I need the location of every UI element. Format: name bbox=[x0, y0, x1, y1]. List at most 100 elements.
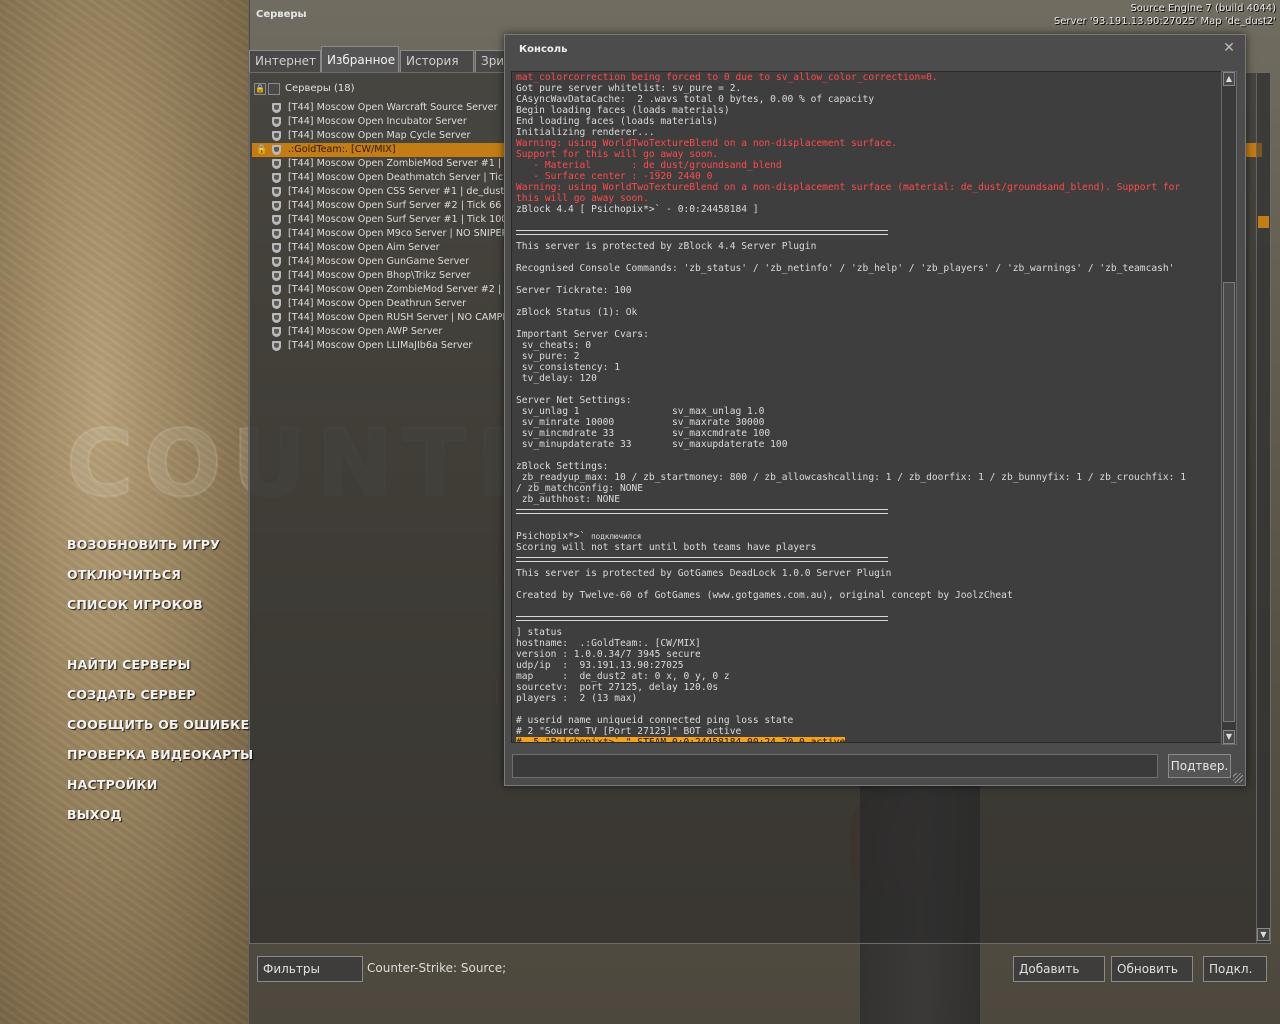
console-line-suffix: подключился bbox=[591, 532, 642, 541]
console-line-text: Warning: using WorldTwoTextureBlend on a… bbox=[516, 138, 898, 149]
console-line-text: sv_mincmdrate 33 sv_maxcmdrate 100 bbox=[516, 428, 771, 439]
server-name: [T44] Moscow Open M9co Server | NO SNIPE… bbox=[288, 228, 515, 239]
console-line-text: # userid name uniqueid connected ping lo… bbox=[516, 715, 794, 726]
console-separator bbox=[516, 509, 1222, 520]
server-browser-footer: Фильтры Counter-Strike: Source; Добавить… bbox=[249, 944, 1280, 1024]
console-line-text: sv_cheats: 0 bbox=[516, 340, 592, 351]
console-line: udp/ip : 93.191.13.90:27025 bbox=[516, 660, 1222, 671]
vac-shield-icon bbox=[272, 257, 281, 267]
server-list-scrollbar[interactable]: ▼ bbox=[1256, 73, 1270, 943]
tab-history[interactable]: История bbox=[400, 50, 474, 72]
console-line-text: sv_minrate 10000 sv_maxrate 30000 bbox=[516, 417, 765, 428]
tab-favorites[interactable]: Избранное bbox=[321, 46, 399, 72]
console-line-text: this will go away soon. bbox=[516, 193, 649, 204]
menu-create-server[interactable]: СОЗДАТЬ СЕРВЕР bbox=[67, 687, 253, 717]
console-line-text: Warning: using WorldTwoTextureBlend on a… bbox=[516, 182, 1181, 193]
console-line-text: This server is protected by zBlock 4.4 S… bbox=[516, 241, 817, 252]
console-command-input[interactable] bbox=[512, 754, 1158, 778]
resize-grip-icon[interactable] bbox=[1233, 773, 1243, 783]
menu-disconnect[interactable]: ОТКЛЮЧИТЬСЯ bbox=[67, 567, 253, 597]
menu-report-bug[interactable]: СООБЩИТЬ ОБ ОШИБКЕ bbox=[67, 717, 253, 747]
menu-exit[interactable]: ВЫХОД bbox=[67, 807, 253, 837]
console-line-text: This server is protected by GotGames Dea… bbox=[516, 568, 892, 579]
console-line: / zb_matchconfig: NONE bbox=[516, 483, 1222, 494]
console-line: zBlock Status (1): Ok bbox=[516, 307, 1222, 318]
close-icon[interactable]: ✕ bbox=[1222, 41, 1236, 55]
console-line-text: sv_minupdaterate 33 sv_maxupdaterate 100 bbox=[516, 439, 788, 450]
console-line: this will go away soon. bbox=[516, 193, 1222, 204]
console-line-text: Psichopix*>` bbox=[516, 531, 592, 542]
console-line: Warning: using WorldTwoTextureBlend on a… bbox=[516, 182, 1222, 193]
console-highlighted-text: # 5 "Psichopix*>` " STEAM_0:0:24458184 0… bbox=[516, 737, 846, 742]
console-line-text: Got pure server whitelist: sv_pure = 2. bbox=[516, 83, 742, 94]
console-scroll-thumb[interactable] bbox=[1223, 282, 1235, 722]
game-filter-label: Counter-Strike: Source; bbox=[367, 961, 507, 975]
connect-button[interactable]: Подкл. bbox=[1203, 956, 1267, 982]
server-map-text: Server '93.191.13.90:27025' Map 'de_dust… bbox=[1053, 16, 1276, 27]
console-line: - Material : de_dust/groundsand_blend bbox=[516, 160, 1222, 171]
server-name: [T44] Moscow Open Incubator Server bbox=[288, 116, 467, 127]
server-name: [T44] Moscow Open Map Cycle Server bbox=[288, 130, 471, 141]
console-line: - Surface center : -1920 2440 0 bbox=[516, 171, 1222, 182]
console-line-text: End loading faces (loads materials) bbox=[516, 116, 719, 127]
menu-spacer bbox=[67, 627, 253, 657]
console-line: zBlock Settings: bbox=[516, 461, 1222, 472]
server-name: [T44] Moscow Open Aim Server bbox=[288, 242, 440, 253]
console-line: tv_delay: 120 bbox=[516, 373, 1222, 384]
server-name: [T44] Moscow Open Deathrun Server bbox=[288, 298, 467, 309]
password-column-icon[interactable]: 🔒 bbox=[254, 83, 266, 95]
console-line-text: hostname: .:GoldTeam:. [CW/MIX] bbox=[516, 638, 701, 649]
add-server-button[interactable]: Добавить bbox=[1013, 956, 1105, 982]
console-line: # 5 "Psichopix*>` " STEAM_0:0:24458184 0… bbox=[516, 737, 1222, 742]
tab-internet[interactable]: Интернет bbox=[249, 50, 321, 72]
console-line-text: tv_delay: 120 bbox=[516, 373, 597, 384]
console-line: sv_minrate 10000 sv_maxrate 30000 bbox=[516, 417, 1222, 428]
menu-video-check[interactable]: ПРОВЕРКА ВИДЕОКАРТЫ bbox=[67, 747, 253, 777]
server-list-scroll-thumb[interactable] bbox=[1258, 216, 1269, 228]
console-line-text: Server Tickrate: 100 bbox=[516, 285, 632, 296]
console-line: map : de_dust2 at: 0 x, 0 y, 0 z bbox=[516, 671, 1222, 682]
console-line: # 2 "Source TV [Port 27125]" BOT active bbox=[516, 726, 1222, 737]
menu-settings[interactable]: НАСТРОЙКИ bbox=[67, 777, 253, 807]
console-line: sv_mincmdrate 33 sv_maxcmdrate 100 bbox=[516, 428, 1222, 439]
menu-player-list[interactable]: СПИСОК ИГРОКОВ bbox=[67, 597, 253, 627]
console-line-text: Initializing renderer... bbox=[516, 127, 655, 138]
servers-column-header[interactable]: Серверы (18) bbox=[285, 81, 354, 97]
console-line-text: sv_unlag 1 sv_max_unlag 1.0 bbox=[516, 406, 765, 417]
scroll-up-arrow-icon[interactable]: ▲ bbox=[1223, 72, 1235, 86]
console-line: Begin loading faces (loads materials) bbox=[516, 105, 1222, 116]
console-submit-button[interactable]: Подтвер. bbox=[1168, 754, 1231, 778]
vac-column-icon[interactable] bbox=[268, 83, 280, 95]
console-line-text: map : de_dust2 at: 0 x, 0 y, 0 z bbox=[516, 671, 730, 682]
console-line: mat_colorcorrection being forced to 0 du… bbox=[516, 72, 1222, 83]
refresh-button[interactable]: Обновить bbox=[1111, 956, 1193, 982]
console-scrollbar[interactable]: ▲ ▼ bbox=[1221, 71, 1237, 745]
main-menu: ВОЗОБНОВИТЬ ИГРУ ОТКЛЮЧИТЬСЯ СПИСОК ИГРО… bbox=[67, 537, 253, 837]
console-line-text: udp/ip : 93.191.13.90:27025 bbox=[516, 660, 684, 671]
vac-shield-icon bbox=[272, 341, 281, 351]
server-name: [T44] Moscow Open LLIMaJIb6a Server bbox=[288, 340, 473, 351]
scroll-down-arrow-icon[interactable]: ▼ bbox=[1223, 730, 1235, 744]
console-separator bbox=[516, 616, 1222, 627]
console-separator bbox=[516, 230, 1222, 241]
scroll-down-arrow-icon[interactable]: ▼ bbox=[1257, 928, 1270, 941]
console-line: Server Tickrate: 100 bbox=[516, 285, 1222, 296]
console-line: End loading faces (loads materials) bbox=[516, 116, 1222, 127]
console-line-text: Support for this will go away soon. bbox=[516, 149, 719, 160]
console-window: Консоль ✕ mat_colorcorrection being forc… bbox=[504, 34, 1246, 786]
menu-find-servers[interactable]: НАЙТИ СЕРВЕРЫ bbox=[67, 657, 253, 687]
engine-info-overlay: Source Engine 7 (build 4044) Server '93.… bbox=[1054, 2, 1276, 28]
menu-resume-game[interactable]: ВОЗОБНОВИТЬ ИГРУ bbox=[67, 537, 253, 567]
filters-button[interactable]: Фильтры bbox=[257, 956, 363, 982]
server-name: [T44] Moscow Open ZombieMod Server #1 | … bbox=[288, 158, 517, 169]
vac-shield-icon bbox=[272, 159, 281, 169]
console-line: sv_unlag 1 sv_max_unlag 1.0 bbox=[516, 406, 1222, 417]
console-line: Important Server Cvars: bbox=[516, 329, 1222, 340]
vac-shield-icon bbox=[272, 145, 281, 155]
server-name: [T44] Moscow Open GunGame Server bbox=[288, 256, 470, 267]
